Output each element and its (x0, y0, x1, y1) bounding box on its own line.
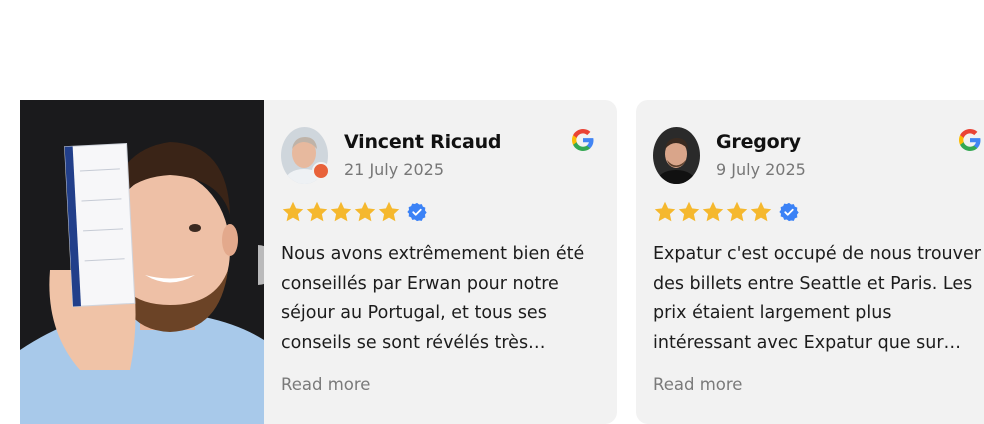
local-guide-badge-icon (312, 162, 330, 180)
google-g-icon (959, 129, 981, 151)
star-rating (653, 200, 799, 224)
star-rating (281, 200, 427, 224)
review-date: 21 July 2025 (344, 160, 445, 179)
review-card: Vincent Ricaud 21 July 2025 Nous avons e… (264, 100, 617, 424)
star-icon (306, 201, 328, 222)
star-icon (678, 201, 700, 222)
star-icon (654, 201, 676, 222)
read-more-link[interactable]: Read more (281, 375, 370, 394)
star-icon (378, 201, 400, 222)
verified-badge-icon (779, 202, 799, 222)
star-icon (702, 201, 724, 222)
google-g-icon (572, 129, 594, 151)
star-icon (330, 201, 352, 222)
read-more-link[interactable]: Read more (653, 375, 742, 394)
review-text: Nous avons extrêmement bien été conseill… (281, 244, 585, 353)
featured-photo (20, 100, 264, 424)
star-icon (354, 201, 376, 222)
reviewer-name: Gregory (716, 131, 801, 153)
reviewer-avatar (653, 127, 700, 184)
star-icon (726, 201, 748, 222)
review-date: 9 July 2025 (716, 160, 806, 179)
reviewer-name: Vincent Ricaud (344, 131, 502, 153)
review-card: Gregory 9 July 2025 Expatur c'est occupé… (636, 100, 984, 424)
star-icon (750, 201, 772, 222)
star-icon (282, 201, 304, 222)
review-text: Expatur c'est occupé de nous trouver des… (653, 244, 981, 353)
verified-badge-icon (407, 202, 427, 222)
